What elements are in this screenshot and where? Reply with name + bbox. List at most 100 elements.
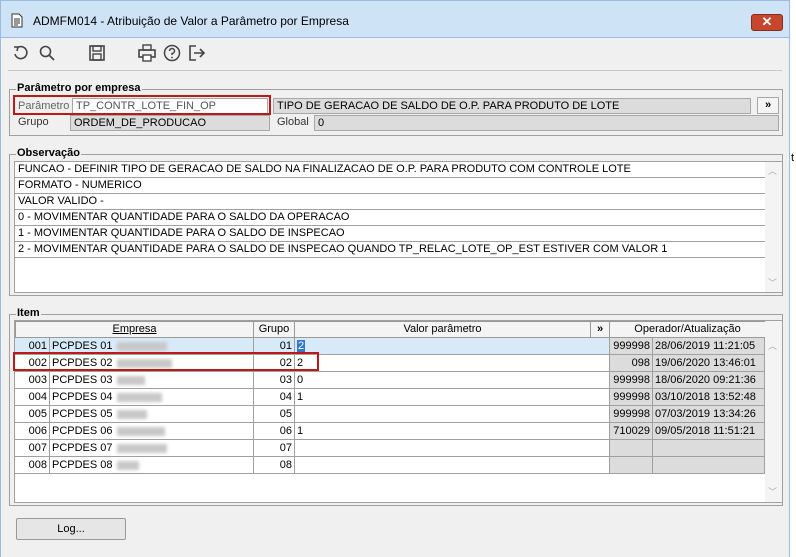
row-empresa-name: PCPDES 06: [52, 425, 113, 437]
row-atualizacao: [653, 440, 765, 457]
redacted-text: [116, 375, 145, 385]
row-valor-text: 1: [297, 391, 304, 403]
column-header-valor[interactable]: Valor parâmetro: [294, 321, 591, 338]
redacted-text: [116, 443, 167, 453]
window-title: ADMFM014 - Atribuição de Valor a Parâmet…: [33, 14, 349, 28]
row-empresa[interactable]: PCPDES 03: [50, 372, 254, 389]
item-scrollbar[interactable]: ︿ ﹀: [765, 321, 782, 502]
row-operador: [610, 457, 653, 474]
observacao-line: VALOR VALIDO -: [15, 194, 765, 210]
row-operador: [610, 440, 653, 457]
row-valor-text: 2: [297, 340, 306, 352]
row-valor-input[interactable]: 1: [295, 423, 610, 440]
redacted-text: [116, 460, 139, 470]
row-empresa[interactable]: PCPDES 04: [50, 389, 254, 406]
observacao-line: 2 - MOVIMENTAR QUANTIDADE PARA O SALDO D…: [15, 242, 765, 258]
document-icon: [11, 13, 23, 28]
global-label: Global: [277, 116, 309, 128]
row-grupo: 08: [254, 457, 295, 474]
observacao-scrollbar[interactable]: ︿ ﹀: [765, 162, 782, 292]
row-code: 008: [15, 457, 50, 474]
row-atualizacao: 18/06/2020 09:21:36: [653, 372, 765, 389]
row-002-highlight: [13, 352, 319, 371]
row-code: 006: [15, 423, 50, 440]
background-text-fragment: t: [791, 152, 795, 164]
row-valor-input[interactable]: 2: [295, 338, 610, 355]
row-empresa-name: PCPDES 04: [52, 391, 113, 403]
row-operador: 999998: [610, 389, 653, 406]
grupo-label: Grupo: [18, 116, 49, 128]
row-empresa[interactable]: PCPDES 05: [50, 406, 254, 423]
redacted-text: [116, 409, 147, 419]
row-code: 003: [15, 372, 50, 389]
item-legend: Item: [16, 307, 41, 319]
row-grupo: 07: [254, 440, 295, 457]
row-valor-input[interactable]: [295, 440, 610, 457]
row-valor-input[interactable]: 1: [295, 389, 610, 406]
expand-description-button[interactable]: »: [757, 97, 779, 114]
row-operador: 710029: [610, 423, 653, 440]
row-operador: 999998: [610, 372, 653, 389]
redacted-text: [116, 426, 165, 436]
row-operador: 999998: [610, 406, 653, 423]
help-icon[interactable]: [163, 44, 181, 62]
row-atualizacao: 28/06/2019 11:21:05: [653, 338, 765, 355]
scroll-up-icon[interactable]: ︿: [768, 339, 777, 352]
row-empresa[interactable]: PCPDES 07: [50, 440, 254, 457]
row-atualizacao: [653, 457, 765, 474]
log-button-label: Log...: [57, 523, 85, 535]
row-grupo: 05: [254, 406, 295, 423]
row-grupo: 03: [254, 372, 295, 389]
observacao-line: 0 - MOVIMENTAR QUANTIDADE PARA O SALDO D…: [15, 210, 765, 226]
row-valor-text: 0: [297, 374, 304, 386]
row-valor-input[interactable]: [295, 406, 610, 423]
toolbar-separator: [8, 70, 782, 71]
search-icon[interactable]: [38, 44, 56, 62]
row-valor-input[interactable]: 0: [295, 372, 610, 389]
row-code: 005: [15, 406, 50, 423]
row-grupo: 04: [254, 389, 295, 406]
undo-icon[interactable]: [12, 44, 30, 62]
redacted-text: [116, 341, 167, 351]
column-header-empresa-label: Empresa: [112, 323, 157, 335]
scroll-down-icon[interactable]: ﹀: [768, 485, 777, 498]
row-code: 004: [15, 389, 50, 406]
observacao-line: 1 - MOVIMENTAR QUANTIDADE PARA O SALDO D…: [15, 226, 765, 242]
scroll-down-icon[interactable]: ﹀: [768, 276, 777, 289]
observacao-legend: Observação: [16, 147, 81, 159]
row-atualizacao: 03/10/2018 13:52:48: [653, 389, 765, 406]
row-operador: 999998: [610, 338, 653, 355]
row-empresa-name: PCPDES 05: [52, 408, 113, 420]
row-empresa-name: PCPDES 01: [52, 340, 113, 352]
close-button[interactable]: ✕: [751, 14, 783, 31]
row-code: 007: [15, 440, 50, 457]
row-atualizacao: 09/05/2018 11:51:21: [653, 423, 765, 440]
row-grupo: 06: [254, 423, 295, 440]
row-atualizacao: 07/03/2019 13:34:26: [653, 406, 765, 423]
row-empresa-name: PCPDES 03: [52, 374, 113, 386]
exit-icon[interactable]: [188, 44, 206, 62]
row-empresa[interactable]: PCPDES 06: [50, 423, 254, 440]
row-empresa[interactable]: PCPDES 08: [50, 457, 254, 474]
parametro-legend: Parâmetro por empresa: [16, 82, 142, 94]
scroll-up-icon[interactable]: ︿: [768, 164, 777, 177]
observacao-line: FORMATO - NUMERICO: [15, 178, 765, 194]
global-value: 0: [314, 115, 779, 131]
row-atualizacao: 19/06/2020 13:46:01: [653, 355, 765, 372]
row-empresa-name: PCPDES 07: [52, 442, 113, 454]
log-button[interactable]: Log...: [16, 518, 126, 540]
row-empresa-name: PCPDES 08: [52, 459, 113, 471]
column-header-operador[interactable]: Operador/Atualização: [609, 321, 766, 338]
parametro-highlight: [13, 95, 271, 115]
expand-valor-button[interactable]: »: [590, 321, 610, 338]
grupo-value: ORDEM_DE_PRODUCAO: [70, 115, 270, 131]
row-operador: 098: [610, 355, 653, 372]
row-valor-input[interactable]: 2: [295, 355, 610, 372]
column-header-empresa[interactable]: Empresa: [15, 321, 254, 338]
print-icon[interactable]: [138, 44, 156, 62]
row-valor-text: 1: [297, 425, 304, 437]
save-icon[interactable]: [88, 44, 106, 62]
row-valor-input[interactable]: [295, 457, 610, 474]
column-header-grupo[interactable]: Grupo: [253, 321, 295, 338]
parametro-description: TIPO DE GERACAO DE SALDO DE O.P. PARA PR…: [273, 98, 751, 114]
